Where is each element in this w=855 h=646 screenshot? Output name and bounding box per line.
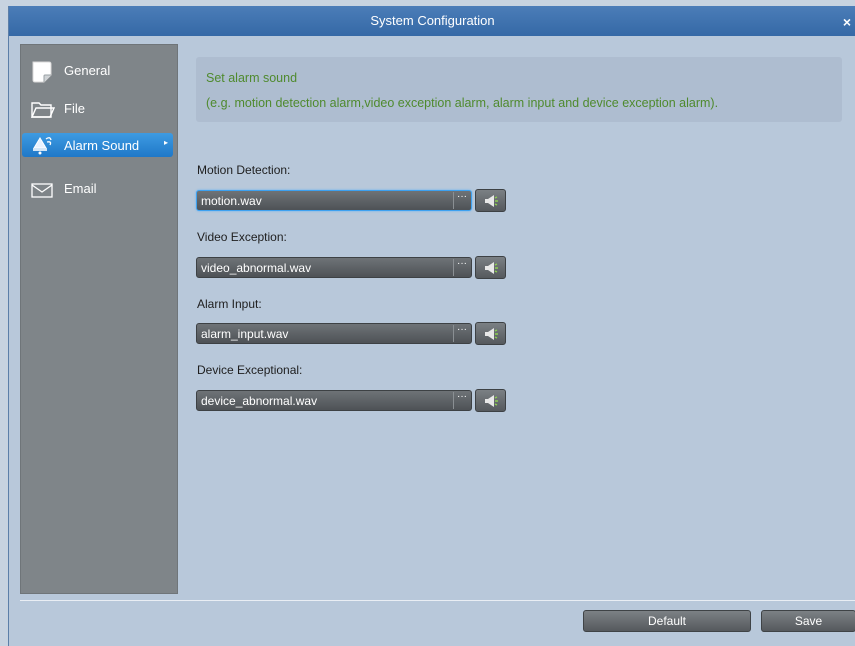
description-title: Set alarm sound — [206, 71, 298, 85]
footer-divider — [20, 600, 855, 601]
description-text: (e.g. motion detection alarm,video excep… — [206, 96, 719, 110]
speaker-icon — [485, 328, 498, 340]
default-button[interactable]: Default — [583, 610, 751, 632]
select-value: alarm_input.wav — [201, 327, 289, 341]
document-icon — [31, 61, 53, 83]
play-sound-button[interactable] — [475, 389, 506, 412]
title-bar: System Configuration × — [9, 6, 855, 36]
alarm-input-label: Alarm Input: — [197, 297, 262, 311]
speaker-icon — [485, 195, 498, 207]
device-exceptional-label: Device Exceptional: — [197, 363, 303, 377]
select-value: device_abnormal.wav — [201, 394, 318, 408]
envelope-icon — [31, 179, 53, 201]
speaker-icon — [485, 262, 498, 274]
alarm-sound-icon — [31, 134, 53, 156]
browse-button[interactable]: ··· — [453, 392, 470, 409]
sidebar-item-alarm-sound[interactable]: Alarm Sound ▸ — [22, 133, 173, 157]
window-title: System Configuration — [370, 13, 495, 28]
select-value: motion.wav — [201, 194, 262, 208]
sidebar-item-email[interactable]: Email — [21, 171, 177, 205]
play-sound-button[interactable] — [475, 189, 506, 212]
select-value: video_abnormal.wav — [201, 261, 312, 275]
play-sound-button[interactable] — [475, 322, 506, 345]
video-exception-sound-select[interactable]: video_abnormal.wav ··· — [196, 257, 472, 278]
browse-button[interactable]: ··· — [453, 259, 470, 276]
chevron-right-icon: ▸ — [163, 138, 168, 147]
alarm-sound-description: Set alarm sound (e.g. motion detection a… — [196, 57, 842, 122]
browse-button[interactable]: ··· — [453, 192, 470, 209]
motion-detection-sound-select[interactable]: motion.wav ··· — [196, 190, 472, 211]
sidebar-item-general[interactable]: General — [21, 53, 177, 87]
browse-button[interactable]: ··· — [453, 325, 470, 342]
sidebar-item-label: Alarm Sound — [64, 138, 140, 153]
sidebar-item-label: Email — [64, 181, 97, 196]
alarm-input-sound-select[interactable]: alarm_input.wav ··· — [196, 323, 472, 344]
sidebar-item-label: File — [64, 101, 85, 116]
video-exception-label: Video Exception: — [197, 230, 287, 244]
device-exceptional-sound-select[interactable]: device_abnormal.wav ··· — [196, 390, 472, 411]
speaker-icon — [485, 395, 498, 407]
save-button[interactable]: Save — [761, 610, 855, 632]
sidebar-item-file[interactable]: File — [21, 91, 177, 125]
close-icon[interactable]: × — [838, 6, 855, 36]
sidebar: General File Alarm Sound ▸ Email — [20, 44, 178, 594]
sidebar-item-label: General — [64, 63, 111, 78]
system-configuration-window: System Configuration × General File Alar… — [8, 6, 855, 646]
folder-icon — [30, 99, 56, 121]
motion-detection-label: Motion Detection: — [197, 163, 291, 177]
play-sound-button[interactable] — [475, 256, 506, 279]
